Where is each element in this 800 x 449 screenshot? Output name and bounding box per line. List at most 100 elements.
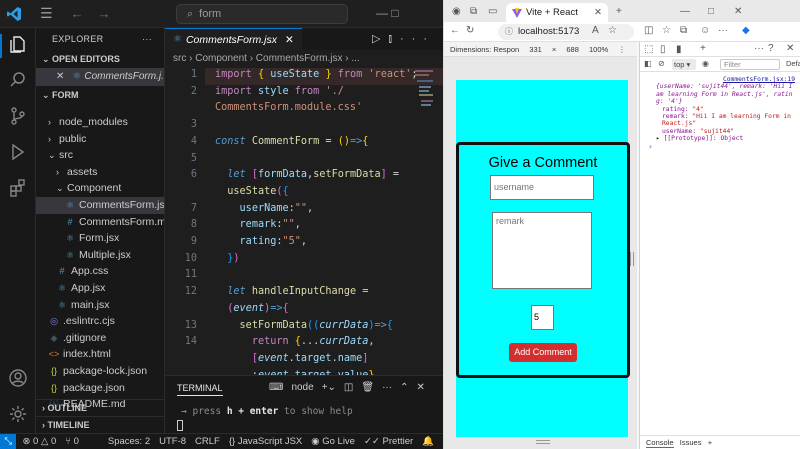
- close-icon[interactable]: ✕: [56, 71, 64, 82]
- zoom-select[interactable]: 100%: [589, 45, 608, 54]
- console-prompt-icon[interactable]: ›: [648, 142, 795, 150]
- log-levels-select[interactable]: Defa: [786, 59, 800, 68]
- read-aloud-icon[interactable]: A: [592, 25, 599, 36]
- ports-status[interactable]: ⑂ 0: [65, 436, 79, 447]
- source-control-icon[interactable]: [8, 106, 28, 126]
- tree-item[interactable]: ⚛ Form.jsx: [36, 230, 164, 247]
- more-icon[interactable]: ⋮: [618, 45, 626, 54]
- tree-item[interactable]: ⌄ src: [36, 147, 164, 164]
- code-line[interactable]: return {...currData,: [215, 336, 375, 347]
- tree-item[interactable]: ⚛ main.jsx: [36, 297, 164, 314]
- code-line[interactable]: [event.target.name]: [215, 353, 369, 364]
- tab-commentsform[interactable]: ⚛ CommentsForm.jsx ✕: [165, 28, 302, 50]
- folder-header[interactable]: ⌄ FORM: [36, 86, 164, 104]
- collections-icon[interactable]: ⧉: [680, 25, 687, 36]
- tree-item[interactable]: › public: [36, 131, 164, 148]
- close-icon[interactable]: ✕: [594, 3, 602, 22]
- account-icon[interactable]: [8, 368, 28, 388]
- remark-textarea[interactable]: remark: [492, 212, 592, 289]
- refresh-icon[interactable]: ↻: [466, 25, 474, 36]
- tree-item[interactable]: <> index.html: [36, 346, 164, 363]
- tab-actions-icon[interactable]: ▭: [488, 6, 497, 17]
- encoding-status[interactable]: UTF-8: [159, 436, 186, 447]
- drawer-tab-console[interactable]: Console: [646, 438, 674, 448]
- code-line[interactable]: import style from './: [215, 86, 344, 97]
- eol-status[interactable]: CRLF: [195, 436, 220, 447]
- console-log-entry[interactable]: {userName: 'sujit44', remark: 'Hii I am …: [648, 83, 795, 142]
- minimap[interactable]: [415, 68, 437, 158]
- tree-item[interactable]: # App.css: [36, 263, 164, 280]
- tree-item[interactable]: › assets: [36, 164, 164, 181]
- drawer-tab-issues[interactable]: Issues: [680, 438, 702, 447]
- code-line[interactable]: useState({: [215, 186, 288, 197]
- viewport-height[interactable]: 688: [566, 45, 579, 54]
- command-center-search[interactable]: ⌕ form: [176, 4, 348, 24]
- add-tab-icon[interactable]: +: [700, 43, 706, 54]
- copilot-icon[interactable]: ◆: [742, 25, 750, 36]
- more-actions-icon[interactable]: ···: [382, 382, 392, 393]
- add-terminal-icon[interactable]: +⌄: [322, 382, 336, 393]
- indent-status[interactable]: Spaces: 2: [108, 436, 150, 447]
- golive-status[interactable]: ◉ Go Live: [311, 436, 355, 447]
- tree-item[interactable]: ⚛ App.jsx: [36, 280, 164, 297]
- resize-handle-bottom[interactable]: [536, 440, 550, 444]
- code-line[interactable]: let handleInputChange =: [215, 286, 368, 297]
- close-icon[interactable]: ✕: [285, 34, 294, 46]
- code-line[interactable]: setFormData((currData)=>{: [215, 320, 393, 331]
- language-status[interactable]: {} JavaScript JSX: [229, 436, 302, 447]
- code-line[interactable]: userName:"",: [215, 203, 314, 214]
- viewport-width[interactable]: 331: [529, 45, 542, 54]
- run-debug-icon[interactable]: [8, 142, 28, 162]
- favorite-icon[interactable]: ☆: [608, 25, 617, 36]
- breadcrumb[interactable]: src › Component › CommentsForm.jsx › ...: [165, 50, 443, 68]
- sidebar-icon[interactable]: ◧: [644, 59, 652, 68]
- sidebar-toggle-icon[interactable]: ▮: [676, 44, 682, 55]
- open-editors-header[interactable]: ⌄ OPEN EDITORS: [36, 50, 164, 68]
- maximize-icon[interactable]: □: [708, 6, 714, 17]
- tree-item[interactable]: # CommentsForm.m...: [36, 214, 164, 231]
- problems-status[interactable]: ⊗ 0 △ 0: [22, 436, 56, 447]
- close-icon[interactable]: ✕: [416, 382, 424, 393]
- remote-icon[interactable]: ⤡: [0, 433, 17, 449]
- code-line[interactable]: let [formData,setFormData] =: [215, 169, 399, 180]
- prettier-status[interactable]: ✓✓ Prettier: [364, 436, 413, 447]
- extensions-icon[interactable]: [8, 178, 28, 198]
- close-window-icon[interactable]: ✕: [734, 6, 742, 17]
- hamburger-menu-icon[interactable]: ☰: [40, 5, 53, 22]
- tree-item[interactable]: ⚛ CommentsForm.jsx: [36, 196, 164, 214]
- favorites-icon[interactable]: ☆: [662, 25, 671, 36]
- context-select[interactable]: top ▾: [672, 59, 696, 70]
- code-line[interactable]: CommentsForm.module.css': [215, 102, 362, 113]
- timeline-header[interactable]: › TIMELINE: [36, 416, 164, 433]
- info-icon[interactable]: ⓘ: [505, 24, 513, 40]
- tree-item[interactable]: {} package-lock.json: [36, 363, 164, 380]
- resize-handle-right[interactable]: [630, 252, 634, 266]
- outline-header[interactable]: › OUTLINE: [36, 399, 164, 416]
- clear-console-icon[interactable]: ⊘: [658, 59, 665, 68]
- tree-item[interactable]: ⚛ Multiple.jsx: [36, 247, 164, 264]
- search-icon[interactable]: [8, 70, 28, 90]
- device-toggle-icon[interactable]: ▯: [660, 44, 666, 55]
- tree-item[interactable]: › node_modules: [36, 114, 164, 131]
- code-editor[interactable]: 1 import { useState } from 'react'; 2 impor…: [165, 68, 443, 414]
- profile-icon[interactable]: ◉: [452, 6, 461, 17]
- tree-item[interactable]: ◆ .gitignore: [36, 330, 164, 347]
- more-actions-icon[interactable]: ···: [142, 28, 152, 50]
- code-line[interactable]: }): [215, 253, 239, 264]
- window-controls[interactable]: — □: [376, 6, 399, 20]
- more-icon[interactable]: ···: [718, 25, 728, 36]
- split-terminal-icon[interactable]: ◫: [344, 382, 353, 393]
- bell-icon[interactable]: 🔔: [422, 436, 434, 447]
- workspaces-icon[interactable]: ⧉: [470, 6, 477, 17]
- editor-actions[interactable]: ▷⫾···: [372, 32, 435, 46]
- open-editor-item[interactable]: ✕ ⚛ CommentsForm.j...: [36, 68, 164, 86]
- terminal-shell-label[interactable]: node: [291, 382, 313, 393]
- rating-input[interactable]: 5: [531, 305, 554, 330]
- gear-icon[interactable]: [8, 404, 28, 424]
- tree-item[interactable]: {} package.json: [36, 380, 164, 397]
- eye-icon[interactable]: ◉: [702, 59, 709, 68]
- add-tab-icon[interactable]: +: [708, 438, 712, 447]
- code-line[interactable]: rating:"5",: [215, 236, 308, 247]
- code-line[interactable]: remark:"",: [215, 219, 301, 230]
- split-screen-icon[interactable]: ◫: [644, 25, 653, 36]
